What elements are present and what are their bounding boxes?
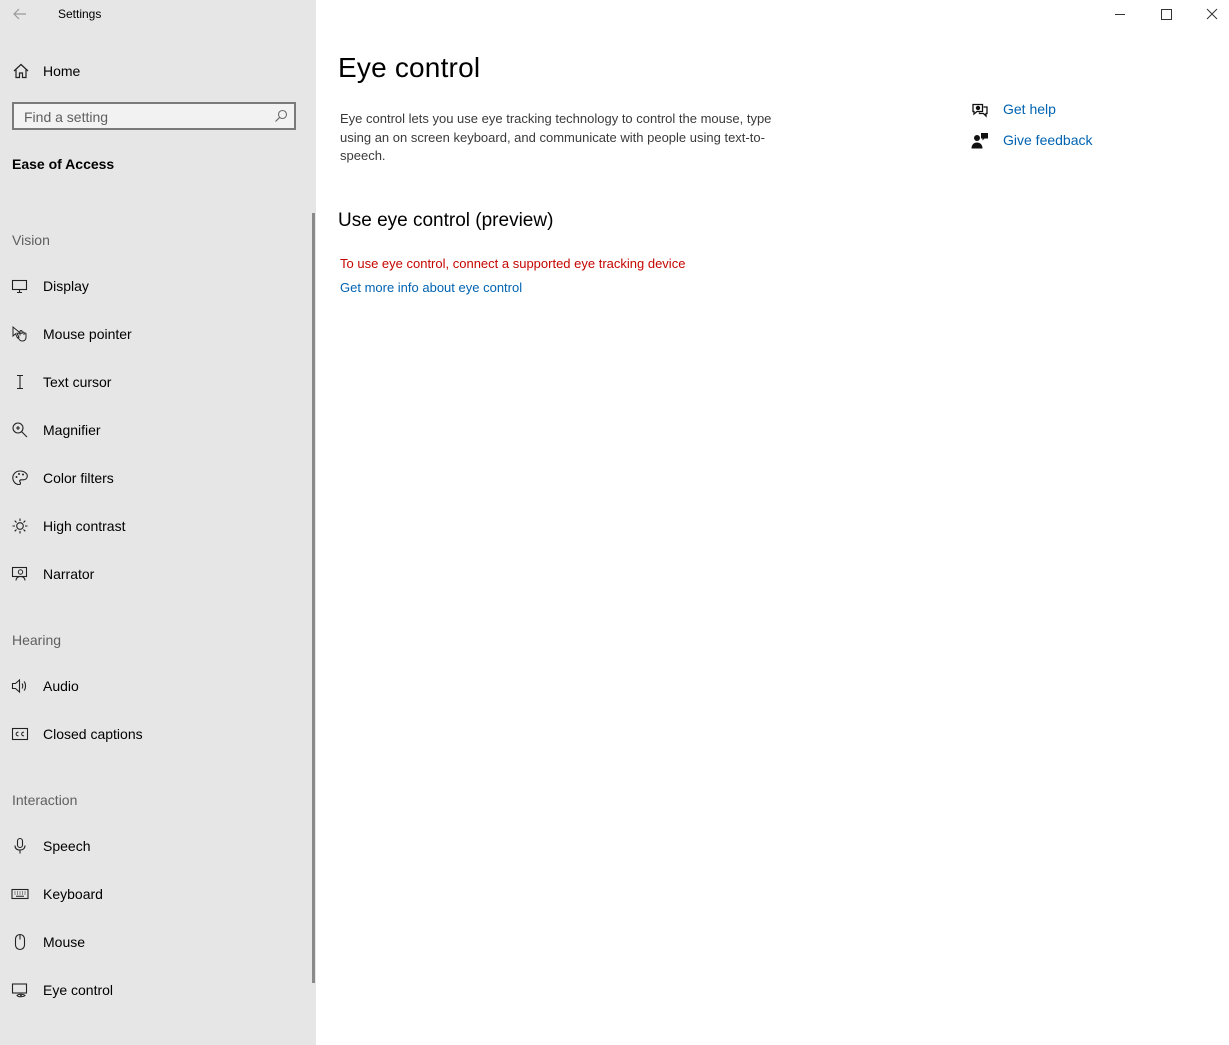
- category-title: Ease of Access: [12, 156, 115, 172]
- close-button[interactable]: [1183, 0, 1229, 30]
- chat-help-icon: [970, 100, 990, 120]
- sidebar-item-display[interactable]: Display: [0, 271, 310, 303]
- error-message: To use eye control, connect a supported …: [340, 256, 686, 271]
- microphone-icon: [11, 837, 29, 855]
- narrator-icon: [11, 565, 29, 583]
- sidebar-item-speech[interactable]: Speech: [0, 831, 310, 863]
- sidebar-item-mouse[interactable]: Mouse: [0, 927, 310, 959]
- sidebar-item-closed-captions[interactable]: Closed captions: [0, 719, 310, 751]
- closed-captions-icon: [11, 725, 29, 743]
- sidebar-item-label: Color filters: [43, 470, 114, 486]
- sidebar-item-magnifier[interactable]: Magnifier: [0, 415, 310, 447]
- sidebar-item-eye-control[interactable]: Eye control: [0, 975, 310, 1007]
- feedback-icon: [970, 131, 990, 151]
- section-header-vision: Vision: [12, 232, 50, 248]
- sidebar-item-label: Narrator: [43, 566, 95, 582]
- section-title: Use eye control (preview): [338, 210, 554, 231]
- sidebar-item-label: Closed captions: [43, 726, 143, 742]
- sidebar-item-label: Mouse: [43, 934, 86, 950]
- mouse-icon: [11, 933, 29, 951]
- give-feedback-label: Give feedback: [1003, 132, 1093, 148]
- sidebar: Settings Home Ease of Access Vision Disp…: [0, 0, 316, 1045]
- sidebar-item-label: Speech: [43, 838, 91, 854]
- sidebar-item-label: High contrast: [43, 518, 126, 534]
- sidebar-item-text-cursor[interactable]: Text cursor: [0, 367, 310, 399]
- sidebar-item-label: Magnifier: [43, 422, 101, 438]
- back-arrow-icon[interactable]: [10, 4, 30, 24]
- minimize-button[interactable]: [1097, 0, 1143, 30]
- app-title: Settings: [58, 7, 102, 21]
- magnifier-icon: [11, 421, 29, 439]
- search-icon[interactable]: [274, 109, 288, 123]
- sidebar-item-high-contrast[interactable]: High contrast: [0, 511, 310, 543]
- sidebar-item-label: Audio: [43, 678, 79, 694]
- home-icon: [12, 62, 30, 80]
- sidebar-item-mouse-pointer[interactable]: Mouse pointer: [0, 319, 310, 351]
- sidebar-item-label: Keyboard: [43, 886, 103, 902]
- home-label: Home: [43, 63, 81, 79]
- sidebar-item-label: Display: [43, 278, 89, 294]
- section-header-interaction: Interaction: [12, 792, 78, 808]
- minimize-icon: [1097, 14, 1143, 34]
- sidebar-item-label: Mouse pointer: [43, 326, 132, 342]
- sidebar-item-label: Text cursor: [43, 374, 112, 390]
- sidebar-item-keyboard[interactable]: Keyboard: [0, 879, 310, 911]
- text-cursor-icon: [11, 373, 29, 391]
- page-title: Eye control: [338, 52, 481, 83]
- sidebar-item-audio[interactable]: Audio: [0, 671, 310, 703]
- page-description: Eye control lets you use eye tracking te…: [340, 111, 772, 163]
- search-box[interactable]: [12, 102, 296, 130]
- eye-control-info-link[interactable]: Get more info about eye control: [340, 280, 522, 295]
- search-input[interactable]: [24, 108, 264, 126]
- sidebar-scrollbar[interactable]: [312, 213, 315, 983]
- mouse-pointer-icon: [11, 325, 29, 343]
- get-help-label: Get help: [1003, 101, 1056, 117]
- high-contrast-icon: [11, 517, 29, 535]
- sidebar-item-color-filters[interactable]: Color filters: [0, 463, 310, 495]
- audio-icon: [11, 677, 29, 695]
- display-icon: [11, 277, 29, 295]
- section-header-hearing: Hearing: [12, 632, 62, 648]
- keyboard-icon: [11, 885, 29, 903]
- sidebar-home[interactable]: Home: [0, 58, 316, 84]
- color-filters-icon: [11, 469, 29, 487]
- sidebar-item-label: Eye control: [43, 982, 114, 998]
- sidebar-item-narrator[interactable]: Narrator: [0, 559, 310, 591]
- close-icon: [1183, 8, 1229, 34]
- eye-control-icon: [11, 981, 29, 999]
